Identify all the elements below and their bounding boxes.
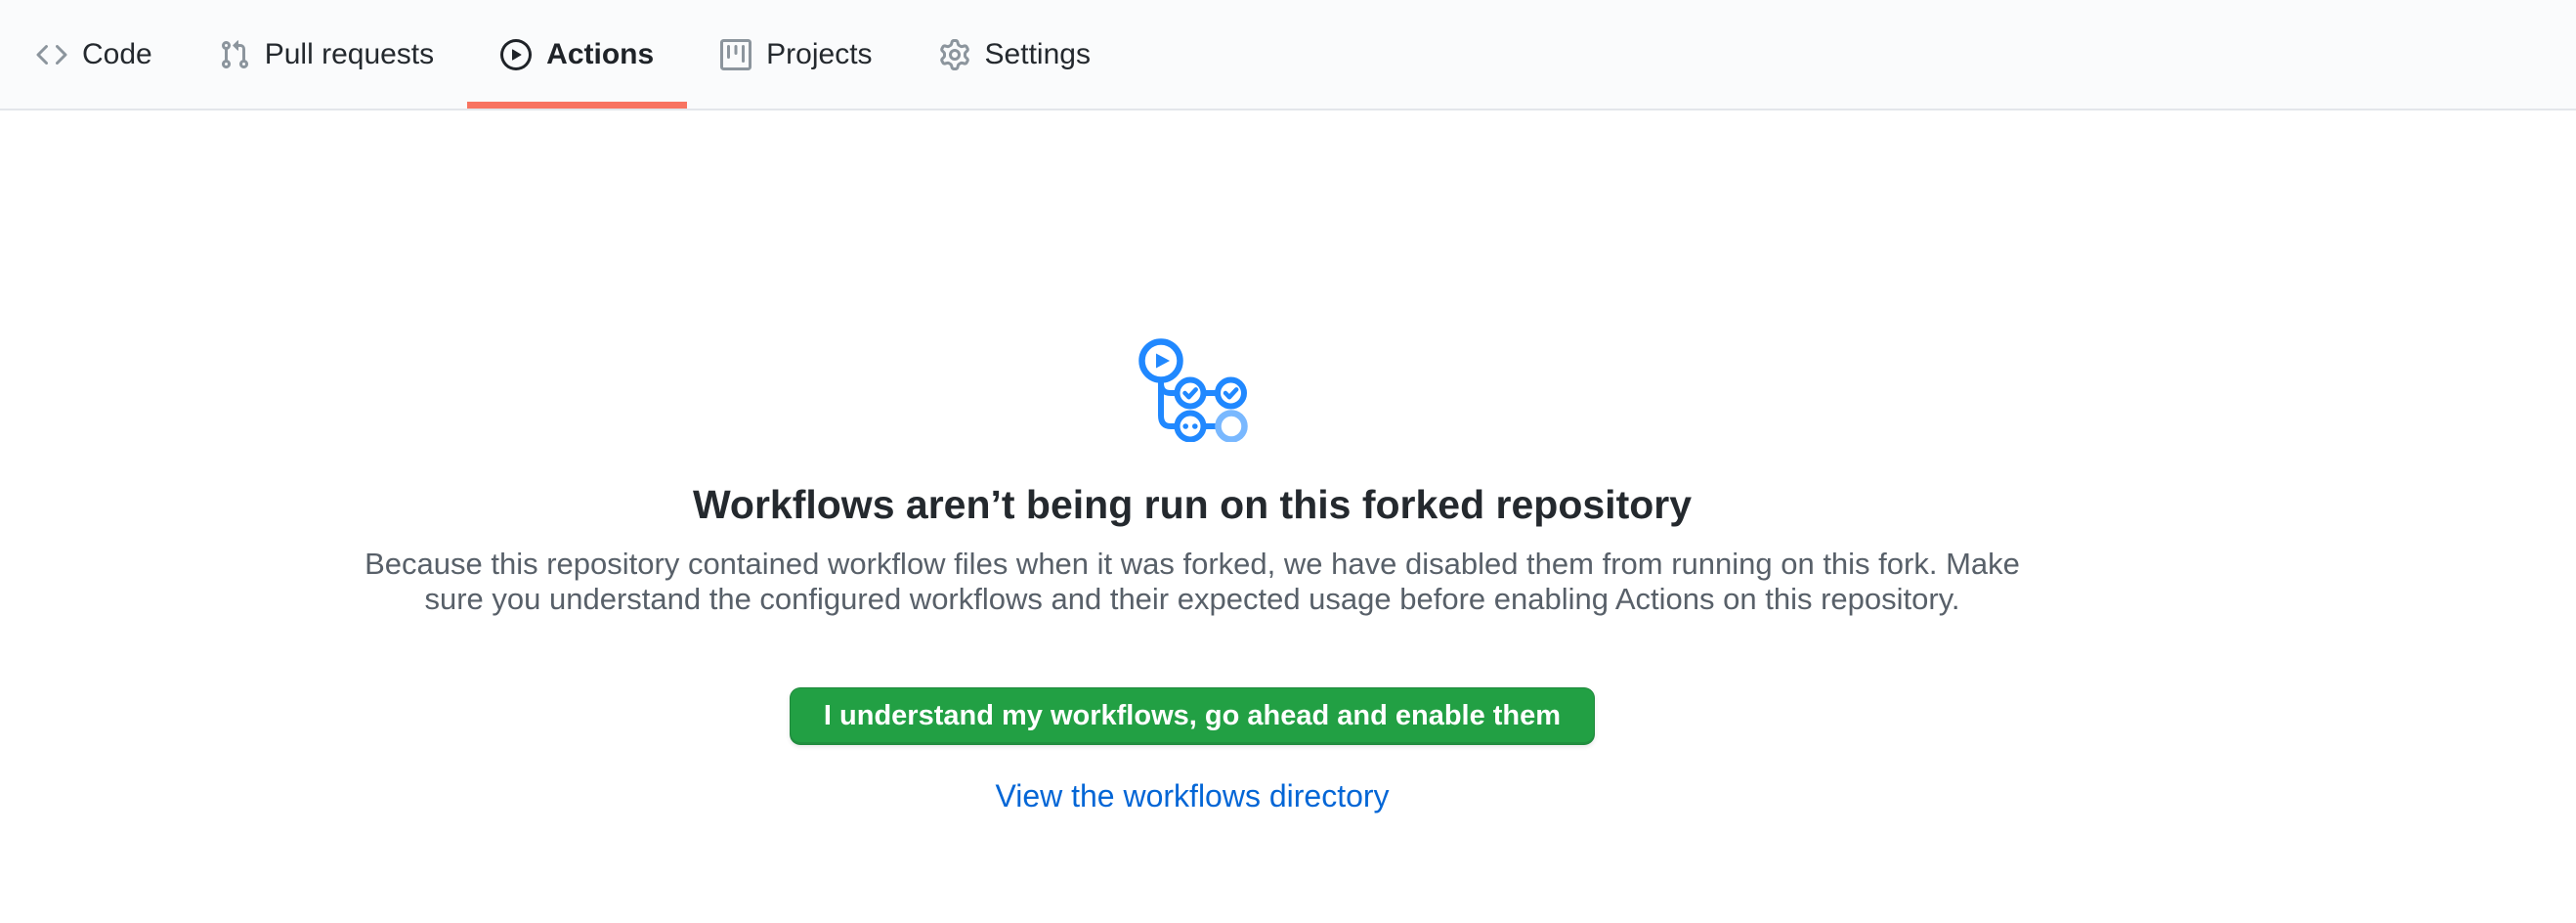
repo-tab-nav: Code Pull requests Actions Projects Sett… (0, 0, 2576, 110)
view-workflows-directory-link[interactable]: View the workflows directory (995, 778, 1389, 813)
tab-pull-requests[interactable]: Pull requests (186, 0, 467, 109)
description-line-1: Because this repository contained workfl… (365, 547, 2020, 581)
enable-workflows-button[interactable]: I understand my workflows, go ahead and … (790, 687, 1595, 745)
project-icon (720, 39, 751, 70)
tab-code[interactable]: Code (3, 0, 186, 109)
code-icon (36, 39, 67, 70)
tab-label: Actions (546, 38, 654, 71)
repo-tab-list: Code Pull requests Actions Projects Sett… (0, 0, 2576, 109)
tab-label: Projects (766, 38, 872, 71)
tab-projects[interactable]: Projects (687, 0, 905, 109)
tab-settings[interactable]: Settings (906, 0, 1124, 109)
tab-label: Pull requests (265, 38, 434, 71)
workflows-link-row: View the workflows directory (0, 776, 2384, 822)
workflow-graph-icon (0, 332, 2384, 442)
actions-blankslate: Workflows aren’t being run on this forke… (0, 332, 2384, 822)
tab-actions[interactable]: Actions (467, 0, 687, 109)
tab-label: Settings (985, 38, 1091, 71)
blankslate-description: Because this repository contained workfl… (0, 547, 2384, 617)
description-line-2: sure you understand the configured workf… (424, 582, 1959, 616)
page-title: Workflows aren’t being run on this forke… (0, 479, 2384, 530)
tab-label: Code (82, 38, 152, 71)
play-icon (500, 39, 532, 70)
git-pull-request-icon (219, 39, 250, 70)
gear-icon (939, 39, 970, 70)
